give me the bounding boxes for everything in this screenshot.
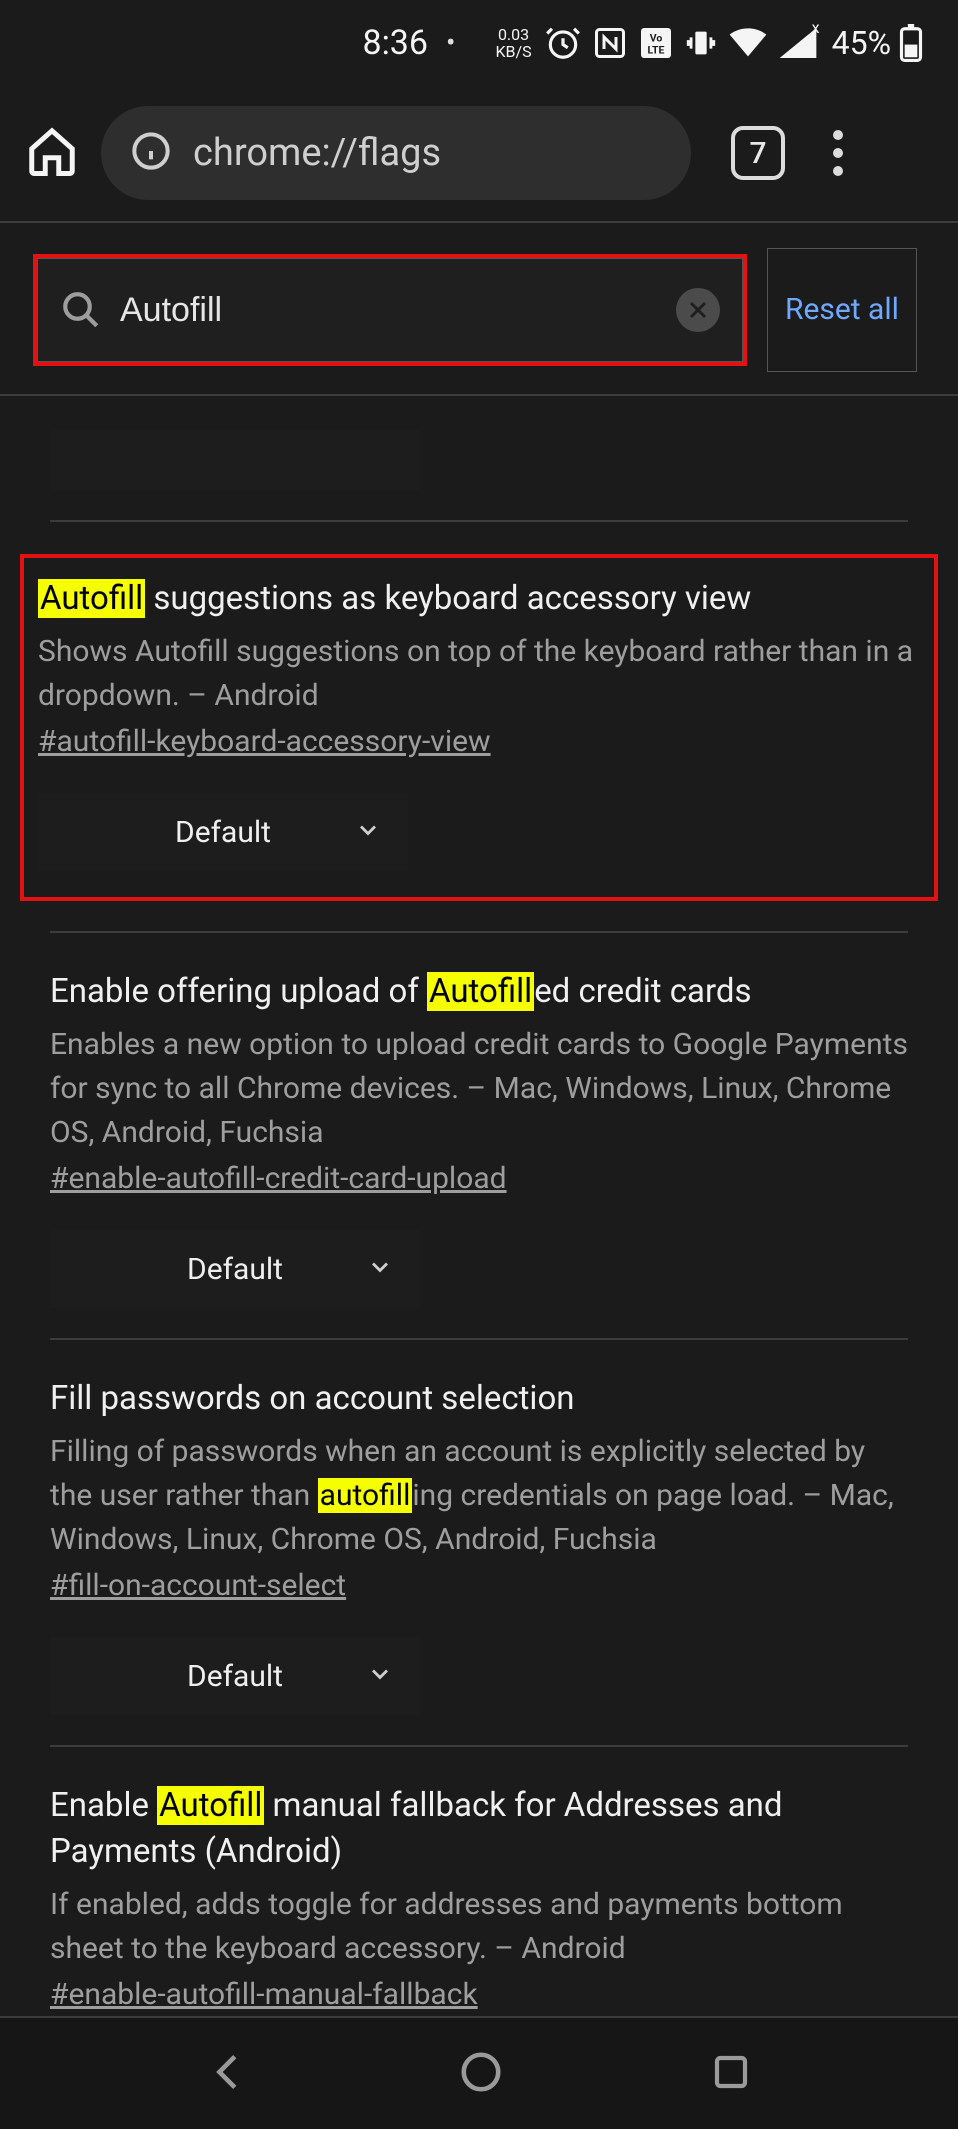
status-bar: 8:36 • 0.03 KB/S VoLTE x 45% — [0, 0, 958, 85]
divider — [50, 520, 908, 522]
status-dot: • — [446, 26, 455, 59]
home-button-nav[interactable] — [458, 2049, 504, 2099]
flag-description: Filling of passwords when an account is … — [50, 1430, 908, 1562]
signal-icon: x — [778, 26, 818, 60]
reset-all-button[interactable]: Reset all — [767, 248, 917, 372]
flag-anchor-link[interactable]: #enable-autofill-manual-fallback — [50, 1977, 908, 2012]
flag-title: Enable offering upload of Autofilled cre… — [50, 969, 908, 1015]
network-speed: 0.03 KB/S — [495, 26, 531, 60]
flag-select[interactable]: Default — [50, 1637, 420, 1715]
flag-title: Autofill suggestions as keyboard accesso… — [38, 576, 920, 622]
nfc-icon — [592, 25, 628, 61]
annotation-highlight-search — [33, 254, 747, 366]
flag-item: Fill passwords on account selection Fill… — [50, 1376, 908, 1715]
previous-flag-partial — [50, 430, 908, 490]
recents-button[interactable] — [710, 2051, 752, 2097]
search-input[interactable] — [120, 291, 658, 330]
flag-anchor-link[interactable]: #autofill-keyboard-accessory-view — [38, 724, 920, 759]
close-icon — [686, 298, 710, 322]
divider — [50, 1338, 908, 1340]
browser-toolbar: chrome://flags 7 — [0, 85, 958, 221]
overflow-menu-button[interactable] — [833, 130, 843, 176]
search-icon — [60, 289, 102, 331]
flag-item: Enable offering upload of Autofilled cre… — [50, 969, 908, 1308]
divider — [50, 1745, 908, 1747]
battery-percent: 45% — [832, 24, 891, 62]
flag-select[interactable] — [50, 430, 420, 490]
flag-description: Shows Autofill suggestions on top of the… — [38, 630, 920, 718]
chevron-down-icon — [354, 816, 382, 848]
chevron-down-icon — [366, 1253, 394, 1285]
back-button[interactable] — [206, 2049, 252, 2099]
tab-switcher-button[interactable]: 7 — [731, 126, 785, 180]
flag-description: Enables a new option to upload credit ca… — [50, 1023, 908, 1155]
flag-anchor-link[interactable]: #enable-autofill-credit-card-upload — [50, 1161, 908, 1196]
url-text: chrome://flags — [193, 131, 441, 175]
flags-search-row: Reset all — [0, 223, 958, 396]
flag-title: Enable Autofill manual fallback for Addr… — [50, 1783, 908, 1875]
url-bar[interactable]: chrome://flags — [101, 106, 691, 200]
site-info-icon[interactable] — [131, 131, 171, 175]
system-nav-bar — [0, 2016, 958, 2129]
flag-item: Enable Autofill manual fallback for Addr… — [50, 1783, 908, 2012]
home-button[interactable] — [25, 124, 79, 182]
search-box[interactable] — [37, 258, 743, 362]
volte-icon: VoLTE — [638, 25, 674, 61]
battery-icon — [899, 24, 923, 62]
vibrate-icon — [684, 26, 718, 60]
flag-select[interactable]: Default — [38, 793, 408, 871]
clock: 8:36 — [362, 23, 428, 63]
divider — [50, 931, 908, 933]
svg-text:LTE: LTE — [647, 43, 664, 56]
wifi-icon — [728, 26, 768, 60]
flag-anchor-link[interactable]: #fill-on-account-select — [50, 1568, 908, 1603]
flag-description: If enabled, adds toggle for addresses an… — [50, 1883, 908, 1971]
flag-title: Fill passwords on account selection — [50, 1376, 908, 1422]
alarm-icon — [544, 24, 582, 62]
flag-select[interactable]: Default — [50, 1230, 420, 1308]
clear-search-button[interactable] — [676, 288, 720, 332]
chevron-down-icon — [366, 1660, 394, 1692]
annotation-highlight-flag: Autofill suggestions as keyboard accesso… — [20, 554, 938, 901]
